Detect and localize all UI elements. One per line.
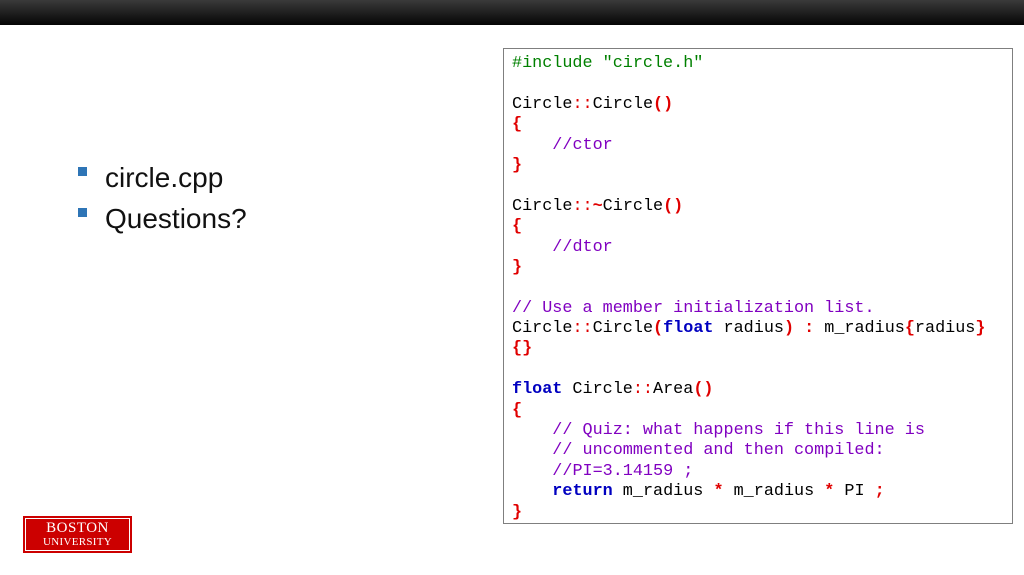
bullet-square-icon	[78, 167, 87, 176]
bullet-text: Questions?	[105, 203, 247, 234]
code-token: }	[512, 502, 523, 522]
boston-university-logo: BOSTON UNIVERSITY	[23, 516, 132, 553]
bullet-item-circle-cpp: circle.cpp	[78, 157, 247, 198]
code-token: Circle	[512, 319, 573, 339]
code-token: ~	[592, 196, 603, 216]
code-token: )	[783, 319, 795, 339]
code-token: {	[512, 400, 523, 420]
code-line: {}	[512, 339, 985, 359]
code-token: float	[512, 380, 563, 400]
code-line: // Quiz: what happens if this line is	[512, 421, 985, 441]
code-line: #include "circle.h"	[512, 54, 985, 74]
code-line: Circle::Circle(float radius) : m_radius{…	[512, 319, 985, 339]
code-line: Circle::~Circle()	[512, 197, 985, 217]
code-token: // Quiz: what happens if this line is	[552, 421, 925, 441]
code-token: Circle	[592, 94, 654, 114]
code-token: ::	[632, 380, 654, 400]
code-token: Circle	[602, 196, 664, 216]
code-line: //ctor	[512, 136, 985, 156]
bullet-list: circle.cpp Questions?	[78, 157, 247, 239]
code-line: }	[512, 258, 985, 278]
code-line: {	[512, 115, 985, 135]
code-listing: #include "circle.h" Circle::Circle(){ //c…	[512, 54, 985, 523]
code-line: {	[512, 401, 985, 421]
code-line: float Circle::Area()	[512, 380, 985, 400]
code-token: *	[824, 482, 835, 502]
code-token: Circle	[592, 319, 654, 339]
code-token: // Use a member initialization list.	[512, 298, 875, 318]
code-token: float	[663, 319, 714, 339]
code-token: //PI=3.14159 ;	[552, 461, 694, 481]
logo-border: BOSTON UNIVERSITY	[25, 518, 130, 551]
logo-text-university: UNIVERSITY	[43, 536, 112, 548]
code-line: //PI=3.14159 ;	[512, 462, 985, 482]
code-line: // uncommented and then compiled:	[512, 441, 985, 461]
code-line: }	[512, 156, 985, 176]
code-token: }	[975, 319, 986, 339]
code-line: //dtor	[512, 238, 985, 258]
code-token: radius	[713, 319, 784, 339]
code-token: Circle	[562, 380, 633, 400]
code-token: Area	[653, 380, 694, 400]
code-token: m_radius	[612, 482, 714, 502]
code-token: PI	[834, 482, 875, 502]
code-token: {	[904, 319, 915, 339]
code-listing-box: #include "circle.h" Circle::Circle(){ //c…	[503, 48, 1013, 524]
code-token: ()	[663, 196, 684, 216]
code-token: ;	[874, 482, 885, 502]
code-token: radius	[914, 319, 976, 339]
code-token: ()	[653, 94, 674, 114]
code-line: return m_radius * m_radius * PI ;	[512, 482, 985, 502]
code-token: :	[804, 319, 815, 339]
bullet-item-questions: Questions?	[78, 198, 247, 239]
code-token: ()	[693, 380, 714, 400]
top-title-bar	[0, 0, 1024, 25]
code-line: Circle::Circle()	[512, 95, 985, 115]
code-line: }	[512, 503, 985, 523]
logo-text-boston: BOSTON	[46, 520, 109, 536]
code-token: (	[653, 319, 664, 339]
code-token: ::	[572, 94, 593, 114]
code-token: }	[512, 257, 523, 277]
code-token: // uncommented and then compiled:	[552, 441, 885, 461]
code-token: //dtor	[552, 237, 613, 257]
code-token: Circle	[512, 94, 573, 114]
code-token: Circle	[512, 196, 573, 216]
code-token: return	[552, 482, 613, 502]
bullet-text: circle.cpp	[105, 162, 224, 193]
code-token: m_radius	[814, 319, 905, 339]
code-token: {}	[512, 339, 533, 359]
code-token: *	[713, 482, 724, 502]
code-token: }	[512, 155, 523, 175]
code-token: //ctor	[552, 135, 613, 155]
code-token: {	[512, 115, 523, 135]
code-token: #include "circle.h"	[512, 54, 704, 73]
code-line: {	[512, 217, 985, 237]
code-line: // Use a member initialization list.	[512, 299, 985, 319]
code-token: m_radius	[723, 482, 825, 502]
code-token: {	[512, 217, 523, 237]
bullet-square-icon	[78, 208, 87, 217]
code-token: ::	[572, 319, 593, 339]
code-token: ::	[572, 196, 593, 216]
